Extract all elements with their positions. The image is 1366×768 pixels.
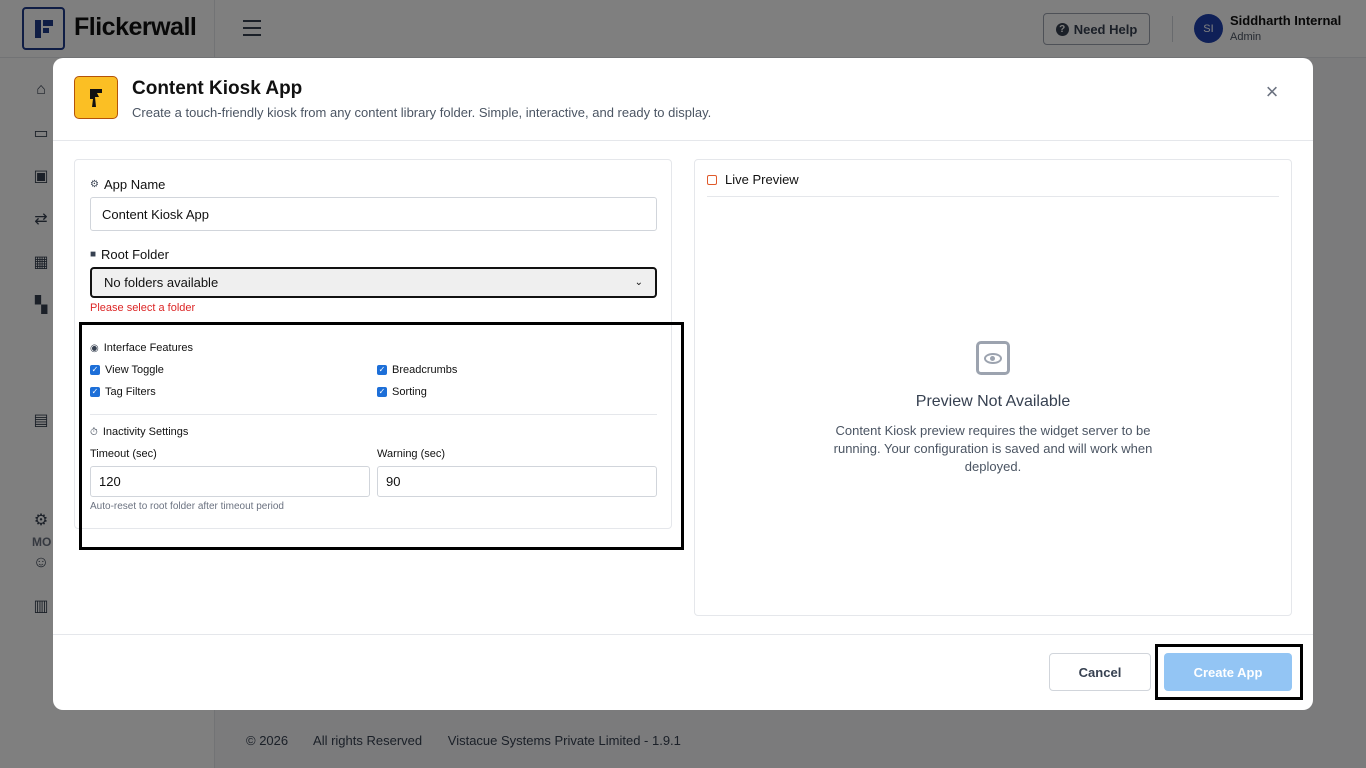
highlight-box: [1155, 644, 1303, 700]
preview-unavailable-description: Content Kiosk preview requires the widge…: [833, 423, 1153, 474]
root-folder-selected: No folders available: [104, 275, 219, 290]
highlight-box: [79, 322, 684, 550]
kiosk-app-icon: [74, 76, 118, 119]
modal-footer-divider: [53, 634, 1313, 635]
modal-header: Content Kiosk App Create a touch-friendl…: [53, 58, 1313, 141]
gear-icon: ⚙: [90, 179, 99, 190]
content-kiosk-modal: Content Kiosk App Create a touch-friendl…: [53, 58, 1313, 710]
eye-icon: [976, 341, 1010, 375]
root-folder-error: Please select a folder: [90, 302, 196, 314]
root-folder-label-text: Root Folder: [101, 247, 169, 262]
root-folder-label: ■ Root Folder: [90, 247, 169, 262]
close-icon[interactable]: ×: [1262, 81, 1282, 103]
folder-icon: ■: [90, 249, 97, 260]
live-preview-card: Live Preview Preview Not Available Conte…: [694, 159, 1292, 616]
live-preview-title: Live Preview: [725, 172, 799, 187]
app-name-label-text: App Name: [103, 177, 166, 192]
modal-title: Content Kiosk App: [132, 78, 303, 99]
preview-unavailable-title: Preview Not Available: [915, 393, 1071, 410]
modal-subtitle: Create a touch-friendly kiosk from any c…: [132, 105, 712, 120]
divider: [707, 196, 1279, 197]
live-preview-header: Live Preview: [707, 172, 799, 187]
root-folder-select[interactable]: No folders available ⌄: [90, 267, 657, 298]
chevron-down-icon: ⌄: [634, 277, 643, 288]
app-name-input[interactable]: Content Kiosk App: [90, 197, 657, 231]
app-name-label: ⚙ App Name: [90, 177, 165, 192]
cancel-button[interactable]: Cancel: [1049, 653, 1151, 691]
preview-icon: [707, 174, 717, 185]
